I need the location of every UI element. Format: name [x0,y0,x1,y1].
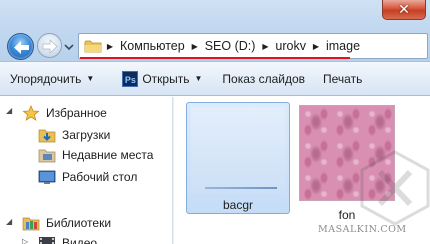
breadcrumb-separator-icon[interactable]: ▶ [103,42,117,51]
downloads-folder-icon [38,127,56,143]
print-label: Печать [323,71,363,86]
back-button[interactable] [7,33,34,60]
print-button[interactable]: Печать [313,67,370,91]
nav-item-label: Недавние места [62,148,154,162]
organize-button[interactable]: Упорядочить ▼ [0,67,102,91]
nav-item-desktop[interactable]: Рабочий стол [38,167,137,187]
breadcrumb-separator-icon[interactable]: ▶ [258,42,272,51]
expand-triangle-icon[interactable]: ▷ [22,237,28,244]
nav-libraries[interactable]: Библиотеки [22,213,111,233]
star-icon [22,105,40,121]
nav-favorites-label: Избранное [46,106,107,120]
file-tile-bacgr[interactable]: bacgr [186,102,290,214]
close-button[interactable]: ✕ [382,0,426,20]
forward-button[interactable] [37,33,62,58]
slideshow-label: Показ слайдов [222,71,306,86]
organize-label: Упорядочить [10,71,82,86]
breadcrumb-separator-icon[interactable]: ▶ [309,42,323,51]
desktop-icon [38,169,56,185]
open-label: Открыть [142,71,190,86]
chevron-down-icon: ▼ [86,74,95,83]
nav-item-downloads[interactable]: Загрузки [38,125,110,145]
command-toolbar: Упорядочить ▼ Ps Открыть ▼ Показ слайдов… [0,62,430,96]
expand-triangle-icon[interactable]: ◢ [6,217,12,226]
breadcrumb-urokv[interactable]: urokv [272,39,309,53]
file-thumbnail [191,107,285,193]
address-highlight-underline [80,57,350,59]
file-name: bacgr [222,198,254,212]
title-bar: ✕ ▶ Компьютер ▶ SEO (D:) ▶ urokv ▶ image [0,0,430,62]
nav-item-label: Рабочий стол [62,170,138,184]
nav-favorites[interactable]: Избранное [22,103,107,123]
open-button[interactable]: Ps Открыть ▼ [102,67,210,91]
nav-item-recent-places[interactable]: Недавние места [38,145,153,165]
breadcrumb-drive[interactable]: SEO (D:) [202,39,259,53]
navigation-pane: ◢ Избранное Загрузки Недавние места Рабо… [0,97,172,244]
breadcrumb-computer[interactable]: Компьютер [117,39,188,53]
photoshop-icon: Ps [122,70,139,87]
chevron-down-icon [64,44,74,51]
nav-item-label: Загрузки [62,128,111,142]
recent-places-icon [38,147,56,163]
watermark-logo [360,150,430,226]
breadcrumb-separator-icon[interactable]: ▶ [188,42,202,51]
libraries-icon [22,215,40,231]
expand-triangle-icon[interactable]: ◢ [6,106,12,115]
forward-arrow-icon [42,39,58,54]
back-arrow-icon [14,41,29,54]
thumbnail-stripe [205,187,277,189]
chevron-down-icon: ▼ [194,74,203,83]
nav-item-label: Видео [62,236,98,244]
folder-icon [83,37,103,55]
watermark-text: MASALKIN.COM [318,224,407,235]
address-bar[interactable]: ▶ Компьютер ▶ SEO (D:) ▶ urokv ▶ image [78,33,428,59]
recent-pages-dropdown[interactable] [64,41,74,51]
slideshow-button[interactable]: Показ слайдов [210,67,313,91]
close-icon: ✕ [398,1,410,17]
nav-item-video[interactable]: Видео [38,233,97,244]
nav-libraries-label: Библиотеки [46,216,112,230]
breadcrumb-image[interactable]: image [323,39,363,53]
video-library-icon [38,235,56,244]
